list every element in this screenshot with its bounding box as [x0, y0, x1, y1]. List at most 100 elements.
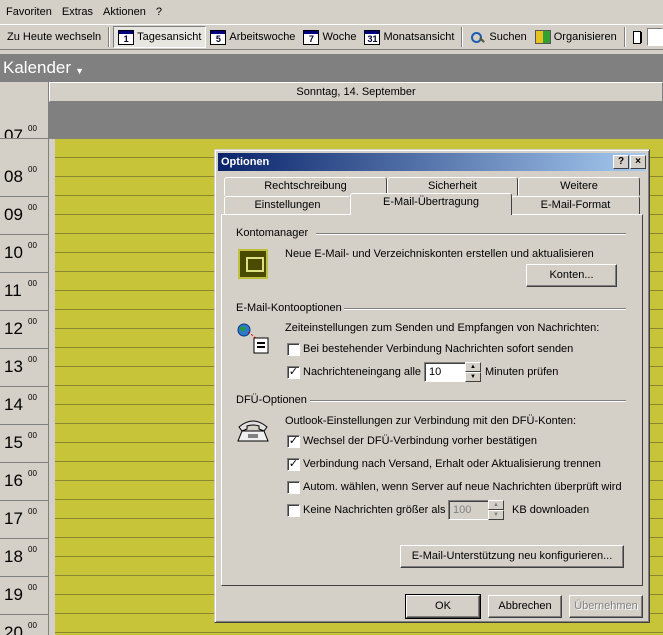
menu-bar: Favoriten Extras Aktionen ?	[0, 0, 663, 24]
spin-up-icon[interactable]: ▲	[488, 500, 504, 510]
menu-aktionen[interactable]: Aktionen	[103, 6, 146, 18]
hour-row: 20 00	[0, 615, 49, 635]
ok-button[interactable]: OK	[405, 594, 481, 619]
workweek-label: Arbeitswoche	[229, 31, 296, 43]
hour-label: 10	[4, 243, 23, 262]
month-view-button[interactable]: 31 Monatsansicht	[360, 26, 458, 48]
calendar-week-icon: 7	[303, 29, 320, 45]
address-book-icon[interactable]	[632, 30, 642, 44]
hour-row: 08 00	[0, 159, 49, 197]
spin-down-icon[interactable]: ▼	[465, 372, 481, 382]
hour-column: 07 00 08 00 09 00 10 00 11 00 12 00 13 00 14 00 15 00 16 00…	[0, 82, 49, 635]
minute-label: 00	[28, 203, 37, 212]
hour-label: 19	[4, 585, 23, 604]
kontooptionen-text: Zeiteinstellungen zum Senden und Empfang…	[285, 322, 600, 334]
hour-label: 09	[4, 205, 23, 224]
minute-label: 00	[28, 431, 37, 440]
group-divider	[344, 308, 626, 310]
contact-search-input[interactable]	[646, 28, 663, 46]
minute-label: 00	[28, 317, 37, 326]
hour-row: 17 00	[0, 501, 49, 539]
auto-dial-label[interactable]: Autom. wählen, wenn Server auf neue Nach…	[303, 481, 622, 493]
spin-up-icon[interactable]: ▲	[465, 362, 481, 372]
minute-label: 00	[28, 241, 37, 250]
calendar-day-icon: 1	[118, 29, 135, 45]
send-immediately-label[interactable]: Bei bestehender Verbindung Nachrichten s…	[303, 343, 573, 355]
accounts-button[interactable]: Konten...	[526, 264, 617, 287]
check-interval-checkbox[interactable]: ✓	[287, 366, 300, 379]
organize-button[interactable]: Organisieren	[531, 26, 621, 48]
size-limit-label[interactable]: Keine Nachrichten größer als	[303, 504, 445, 516]
hour-label: 18	[4, 547, 23, 566]
menu-favoriten[interactable]: Favoriten	[6, 6, 52, 18]
hour-label: 20	[4, 623, 23, 635]
close-button[interactable]: ×	[630, 155, 646, 169]
hour-row: 10 00	[0, 235, 49, 273]
hour-label: 17	[4, 509, 23, 528]
size-limit-input[interactable]: 100	[448, 500, 489, 520]
tab-einstellungen[interactable]: Einstellungen	[224, 196, 351, 215]
reconfigure-button[interactable]: E-Mail-Unterstützung neu konfigurieren..…	[400, 545, 624, 568]
dialog-title: Optionen	[221, 156, 270, 168]
check-interval-input[interactable]: 10	[424, 362, 466, 382]
day-view-button[interactable]: 1 Tagesansicht	[113, 26, 207, 48]
minute-label: 00	[28, 507, 37, 516]
folder-banner[interactable]: Kalender ▼	[0, 54, 663, 82]
hour-label: 08	[4, 167, 23, 186]
hangup-after-label[interactable]: Verbindung nach Versand, Erhalt oder Akt…	[303, 458, 601, 470]
cancel-button[interactable]: Abbrechen	[488, 595, 562, 618]
dfu-heading: DFÜ-Optionen	[236, 394, 307, 406]
dialog-titlebar[interactable]: Optionen ? ×	[218, 153, 646, 171]
hour-row: 15 00	[0, 425, 49, 463]
size-limit-checkbox[interactable]	[287, 504, 300, 517]
all-day-area[interactable]	[49, 102, 663, 139]
calendar-month-icon: 31	[364, 29, 381, 45]
hour-row: 18 00	[0, 539, 49, 577]
hour-label: 14	[4, 395, 23, 414]
toolbar: Zu Heute wechseln 1 Tagesansicht 5 Arbei…	[0, 24, 663, 50]
hour-row: 09 00	[0, 197, 49, 235]
apply-button[interactable]: Übernehmen	[569, 595, 643, 618]
today-label: Zu Heute wechseln	[7, 31, 102, 43]
confirm-dialup-checkbox[interactable]: ✓	[287, 435, 300, 448]
menu-help[interactable]: ?	[156, 6, 162, 18]
confirm-dialup-label[interactable]: Wechsel der DFÜ-Verbindung vorher bestät…	[303, 435, 537, 447]
day-view-label: Tagesansicht	[137, 31, 202, 43]
hour-row: 14 00	[0, 387, 49, 425]
tab-weitere[interactable]: Weitere	[518, 177, 640, 196]
spin-down-icon[interactable]: ▼	[488, 510, 504, 520]
group-divider	[316, 233, 626, 235]
workweek-view-button[interactable]: 5 Arbeitswoche	[206, 26, 299, 48]
hour-label: 16	[4, 471, 23, 490]
hour-row: 07 00	[0, 102, 49, 139]
send-immediately-checkbox[interactable]	[287, 343, 300, 356]
check-interval-label[interactable]: Nachrichteneingang alle	[303, 366, 421, 378]
minute-label: 00	[28, 355, 37, 364]
check-interval-spinner[interactable]: ▲ ▼	[465, 362, 481, 382]
hour-row: 12 00	[0, 311, 49, 349]
menu-extras[interactable]: Extras	[62, 6, 93, 18]
hour-row: 19 00	[0, 577, 49, 615]
size-limit-spinner[interactable]: ▲ ▼	[488, 500, 504, 520]
help-button[interactable]: ?	[613, 155, 629, 169]
minute-label: 00	[28, 469, 37, 478]
auto-dial-checkbox[interactable]	[287, 481, 300, 494]
day-header[interactable]: Sonntag, 14. September	[49, 82, 663, 102]
hangup-after-checkbox[interactable]: ✓	[287, 458, 300, 471]
search-label: Suchen	[489, 31, 527, 43]
organize-icon	[534, 30, 551, 44]
tab-email-format[interactable]: E-Mail-Format	[511, 196, 640, 215]
search-button[interactable]: Suchen	[466, 26, 530, 48]
toolbar-separator	[623, 27, 626, 47]
week-view-button[interactable]: 7 Woche	[299, 26, 360, 48]
kontomanager-text: Neue E-Mail- und Verzeichniskonten erste…	[285, 248, 594, 260]
search-icon	[470, 30, 486, 44]
tab-email-uebertragung[interactable]: E-Mail-Übertragung	[350, 193, 512, 215]
minute-label: 00	[28, 621, 37, 630]
account-manager-icon	[238, 249, 268, 279]
today-button[interactable]: Zu Heute wechseln	[3, 26, 105, 48]
kontomanager-heading: Kontomanager	[236, 227, 309, 239]
folder-title: Kalender	[3, 58, 72, 77]
dfu-text: Outlook-Einstellungen zur Verbindung mit…	[285, 415, 577, 427]
hour-label: 11	[4, 281, 22, 300]
